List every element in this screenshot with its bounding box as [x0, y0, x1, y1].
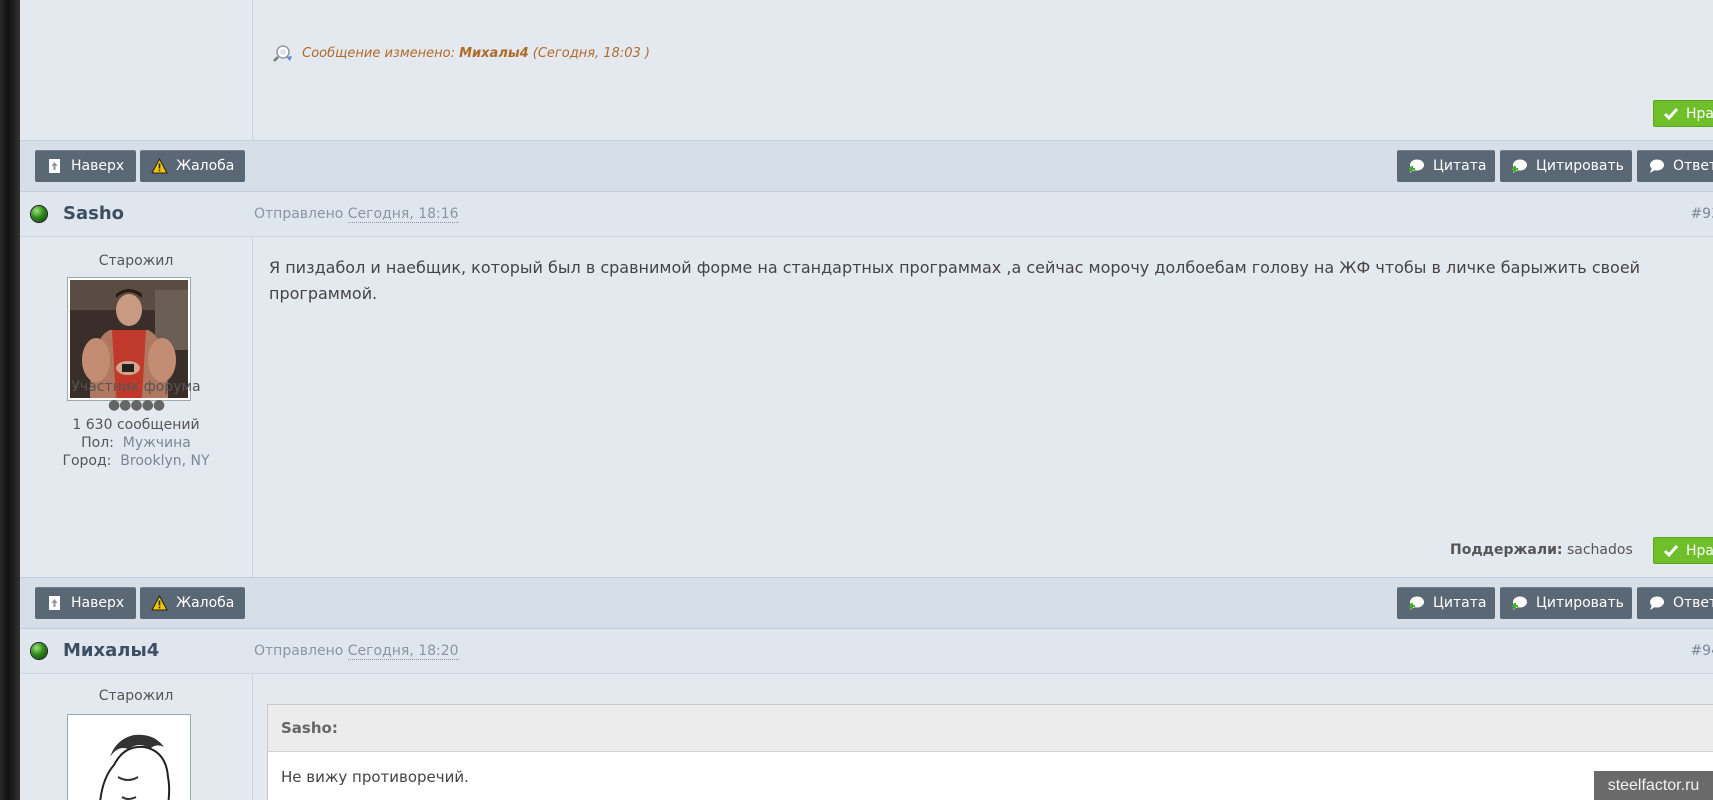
multiquote-label: Цитата	[1433, 158, 1487, 174]
speech-bubble-icon	[1650, 159, 1664, 173]
member-group: Участник форума	[71, 379, 201, 395]
like-button-label: Нравит	[1686, 543, 1713, 559]
author-info: Старожил Участник форума ●●●●● 1 630 соо…	[20, 237, 253, 577]
quote-button[interactable]: Цитировать	[1500, 587, 1632, 619]
post-author[interactable]: Михалы4	[63, 640, 159, 661]
posted-label: Отправлено	[254, 643, 344, 659]
supported-by: Поддержали: sachados	[1450, 542, 1633, 558]
quote-author: Sasho:	[268, 705, 1713, 752]
page-up-icon	[49, 596, 60, 610]
page-up-icon	[49, 159, 60, 173]
back-to-top-label: Наверх	[71, 158, 125, 174]
edit-note-icon	[273, 45, 292, 62]
city-value: Brooklyn, NY	[120, 453, 210, 469]
like-button-label: Нравит	[1686, 106, 1713, 122]
quote-button[interactable]: Цитировать	[1500, 150, 1632, 182]
post-header: Михалы4 Отправлено Сегодня, 18:20 #94	[20, 629, 1713, 674]
author-info: Старожил	[20, 674, 253, 800]
gender-row: Пол: Мужчина	[20, 435, 252, 451]
supported-label: Поддержали:	[1450, 542, 1563, 558]
post-author[interactable]: Sasho	[63, 203, 124, 224]
back-to-top-label: Наверх	[71, 595, 125, 611]
report-label: Жалоба	[176, 595, 235, 611]
post-date-value: Сегодня, 18:20	[347, 643, 459, 660]
post-content: Я пиздабол и наебщик, который был в срав…	[253, 237, 1713, 577]
quote-text: Не вижу противоречий.	[281, 768, 469, 786]
post-controls-bar: Наверх Жалоба Цитата Цитировать Ответ	[20, 577, 1713, 629]
author-column-prev	[20, 0, 253, 140]
post-number[interactable]: #93	[1690, 206, 1713, 222]
forum-thread: Сообщение изменено: Михалы4 (Сегодня, 18…	[20, 0, 1713, 800]
warning-icon	[151, 595, 168, 611]
post-content: Sasho: Не вижу противоречий.	[253, 674, 1713, 800]
quote-label: Цитировать	[1536, 595, 1624, 611]
edit-note-time: (Сегодня, 18:03 )	[532, 46, 650, 61]
watermark: steelfactor.ru	[1594, 771, 1713, 800]
speech-bubble-plus-icon	[1512, 596, 1527, 610]
avatar[interactable]	[67, 714, 191, 800]
supporter-link[interactable]: sachados	[1567, 542, 1633, 558]
edit-note-prefix: Сообщение изменено:	[302, 46, 455, 61]
post-text: Я пиздабол и наебщик, который был в срав…	[269, 258, 1641, 303]
quote-label: Цитировать	[1536, 158, 1624, 174]
report-label: Жалоба	[176, 158, 235, 174]
quote-block: Sasho: Не вижу противоречий.	[267, 704, 1713, 800]
edit-note: Сообщение изменено: Михалы4 (Сегодня, 18…	[272, 43, 650, 63]
city-row: Город: Brooklyn, NY	[20, 453, 252, 469]
posted-label: Отправлено	[254, 206, 344, 222]
message-count[interactable]: 1 630 сообщений	[20, 417, 252, 433]
back-to-top-button[interactable]: Наверх	[35, 150, 136, 182]
warning-icon	[151, 158, 168, 174]
member-title: Старожил	[98, 688, 174, 704]
report-button[interactable]: Жалоба	[140, 587, 245, 619]
like-button[interactable]: Нравит	[1653, 100, 1713, 127]
rank-pips: ●●●●●	[107, 397, 165, 413]
online-status-icon	[31, 643, 47, 659]
multiquote-label: Цитата	[1433, 595, 1487, 611]
gender-value: Мужчина	[122, 435, 191, 451]
speech-bubble-icon	[1650, 596, 1664, 610]
post-date: Отправлено Сегодня, 18:20	[254, 643, 459, 660]
multiquote-button[interactable]: Цитата	[1397, 587, 1495, 619]
speech-bubble-plus-icon	[1409, 159, 1424, 173]
member-title: Старожил	[98, 253, 174, 269]
reply-button[interactable]: Ответ	[1637, 150, 1713, 182]
post-number[interactable]: #94	[1690, 643, 1713, 659]
post-date-value: Сегодня, 18:16	[347, 206, 459, 223]
like-button[interactable]: Нравит	[1653, 537, 1713, 564]
report-button[interactable]: Жалоба	[140, 150, 245, 182]
gender-label: Пол:	[81, 435, 114, 451]
post-header: Sasho Отправлено Сегодня, 18:16 #93	[20, 192, 1713, 237]
back-to-top-button[interactable]: Наверх	[35, 587, 136, 619]
reply-label: Ответ	[1673, 158, 1713, 174]
post-date: Отправлено Сегодня, 18:16	[254, 206, 459, 223]
checkmark-icon	[1663, 545, 1679, 558]
speech-bubble-plus-icon	[1512, 159, 1527, 173]
reply-button[interactable]: Ответ	[1637, 587, 1713, 619]
city-label: Город:	[62, 453, 112, 469]
post-controls-bar: Наверх Жалоба Цитата Цитировать Ответ	[20, 140, 1713, 192]
window-edge	[0, 0, 20, 800]
edit-note-editor[interactable]: Михалы4	[459, 46, 529, 61]
post-body-prev: Сообщение изменено: Михалы4 (Сегодня, 18…	[253, 0, 1713, 140]
avatar-image	[70, 717, 188, 800]
online-status-icon	[31, 206, 47, 222]
multiquote-button[interactable]: Цитата	[1397, 150, 1495, 182]
speech-bubble-plus-icon	[1409, 596, 1424, 610]
reply-label: Ответ	[1673, 595, 1713, 611]
checkmark-icon	[1663, 108, 1679, 121]
